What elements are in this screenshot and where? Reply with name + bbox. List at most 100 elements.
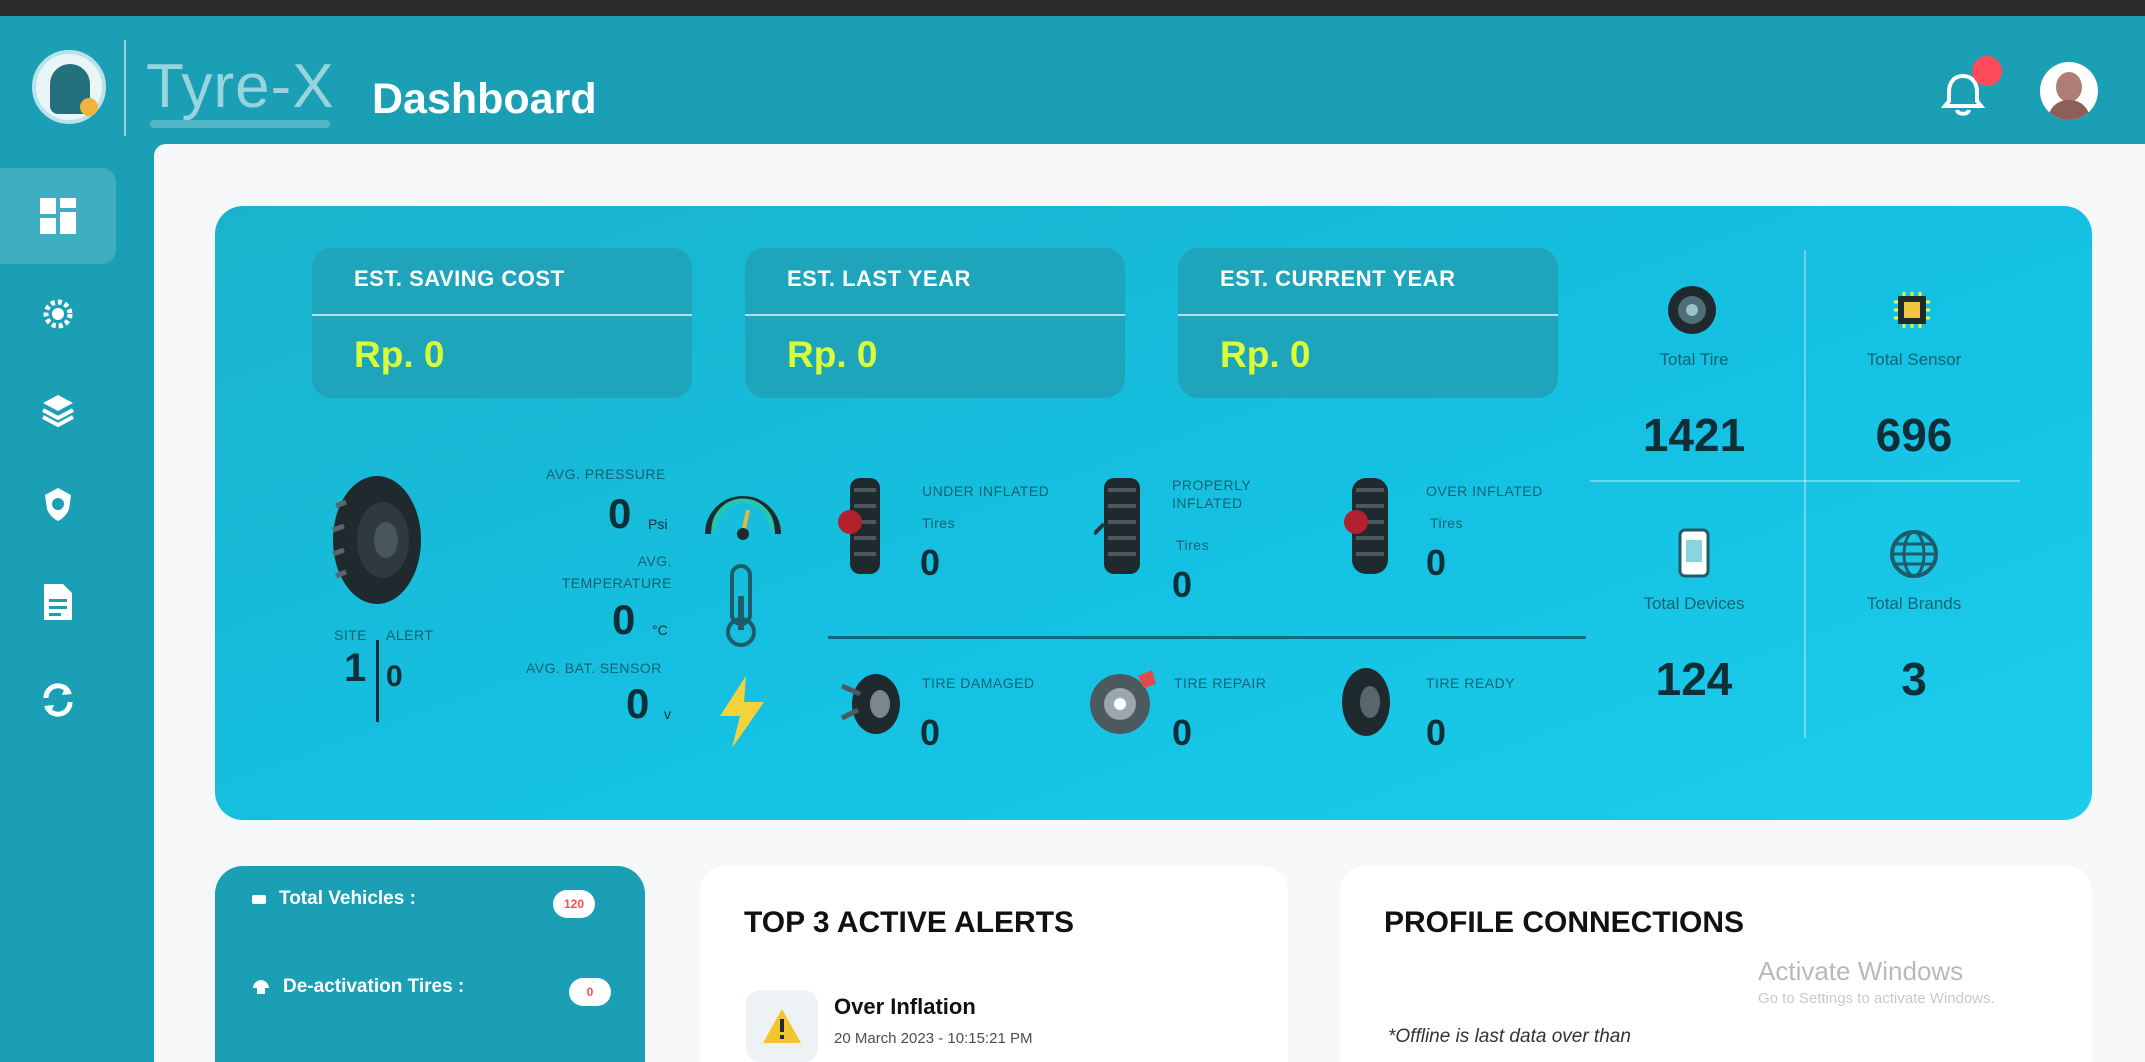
- properly-inflated-sublabel: Tires: [1176, 537, 1210, 553]
- vehicle-icon: [252, 895, 266, 904]
- total-brands-label: Total Brands: [1866, 594, 1962, 613]
- alert-time: 20 March 2023 - 10:15:21 PM: [834, 1030, 1033, 1047]
- site-alert-divider: [376, 640, 379, 722]
- tire-ready-icon: [1342, 668, 1390, 736]
- user-avatar-icon[interactable]: [2040, 62, 2098, 120]
- cost-label: EST. CURRENT YEAR: [1220, 266, 1456, 291]
- large-tire-icon: [332, 476, 421, 604]
- cost-card-saving: EST. SAVING COST Rp. 0: [312, 248, 692, 398]
- sidebar-item-layers[interactable]: [0, 362, 116, 458]
- total-brands-value: 3: [1901, 653, 1927, 705]
- battery-lightning-icon: [720, 676, 764, 748]
- alert-value: 0: [386, 660, 403, 693]
- cost-label: EST. SAVING COST: [354, 266, 565, 291]
- window-top-strip: [0, 0, 2145, 16]
- cost-card-last-year: EST. LAST YEAR Rp. 0: [745, 248, 1125, 398]
- dashboard-page: Tyre-X Dashboard EST. SAVING COST Rp. 0 …: [0, 0, 2145, 1062]
- cost-value: Rp. 0: [787, 334, 878, 375]
- header-bar: Tyre-X Dashboard: [0, 16, 2145, 144]
- active-alerts-panel: TOP 3 ACTIVE ALERTS Over Inflation 20 Ma…: [700, 866, 1288, 1062]
- alert-label: ALERT: [386, 627, 434, 643]
- sidebar-item-dashboard[interactable]: [0, 168, 116, 264]
- logo-divider: [124, 40, 126, 136]
- avg-temperature-unit: °C: [652, 622, 668, 638]
- device-icon: [1666, 526, 1722, 582]
- profile-panel-title: PROFILE CONNECTIONS: [1384, 906, 1745, 939]
- over-inflated-label: OVER INFLATED: [1426, 483, 1543, 499]
- sidebar-item-sync[interactable]: [0, 652, 116, 748]
- avg-temperature-label: AVG. TEMPERATURE: [561, 553, 672, 591]
- alert-title: Over Inflation: [834, 994, 976, 1019]
- under-inflated-tire-icon: [838, 478, 880, 574]
- avg-battery-label: AVG. BAT. SENSOR: [526, 660, 662, 676]
- layers-icon: [42, 395, 74, 428]
- total-devices-value: 124: [1655, 653, 1733, 705]
- sidebar-item-settings[interactable]: [0, 266, 116, 362]
- avg-pressure-label: AVG. PRESSURE: [546, 466, 666, 482]
- thermometer-icon: [726, 564, 756, 647]
- tire-repair-icon: [1090, 670, 1156, 734]
- sidebar: [0, 144, 154, 1062]
- tire-damaged-value: 0: [920, 712, 941, 753]
- deactivation-row: De-activation Tires :: [251, 976, 464, 998]
- notification-badge: [1972, 56, 2002, 86]
- sidebar-item-shield[interactable]: [0, 456, 116, 552]
- profile-connections-panel: PROFILE CONNECTIONS *Offline is last dat…: [1340, 866, 2092, 1062]
- total-tire-icon: [1664, 282, 1720, 338]
- under-inflated-sublabel: Tires: [922, 515, 956, 531]
- total-vehicles-row: Total Vehicles :: [251, 888, 416, 910]
- avg-battery-value: 0: [626, 680, 650, 727]
- report-document-icon: [44, 584, 72, 620]
- dashboard-grid-icon: [40, 198, 76, 234]
- shield-icon: [45, 488, 71, 521]
- vehicle-summary-panel: Total Vehicles : 120 De-activation Tires…: [215, 866, 645, 1062]
- total-devices-label: Total Devices: [1643, 594, 1745, 613]
- cost-divider: [745, 314, 1125, 316]
- tire-repair-value: 0: [1172, 712, 1193, 753]
- total-vehicles-label: Total Vehicles :: [279, 888, 416, 909]
- total-tire-label: Total Tire: [1659, 350, 1729, 369]
- stats-horizontal-divider: [1590, 480, 2020, 482]
- properly-inflated-label: PROPERLY INFLATED: [1172, 477, 1251, 511]
- over-inflated-tire-icon: [1344, 478, 1388, 574]
- total-vehicles-badge: 120: [553, 890, 595, 918]
- cost-label: EST. LAST YEAR: [787, 266, 971, 291]
- avg-battery-unit: v: [664, 706, 671, 722]
- tire-damaged-icon: [840, 674, 900, 734]
- settings-gear-icon: [43, 299, 73, 329]
- under-inflated-label: UNDER INFLATED: [922, 483, 1050, 499]
- deactivation-icon: [253, 980, 269, 994]
- page-title: Dashboard: [372, 75, 597, 123]
- total-tire-value: 1421: [1642, 409, 1746, 461]
- tire-status-divider: [828, 636, 1586, 639]
- avg-pressure-value: 0: [608, 490, 632, 537]
- properly-inflated-value: 0: [1172, 564, 1193, 605]
- avg-temperature-value: 0: [612, 596, 636, 643]
- logo-subtitle-mark: [150, 120, 330, 128]
- cost-card-current-year: EST. CURRENT YEAR Rp. 0: [1178, 248, 1558, 398]
- globe-icon: [1886, 526, 1942, 582]
- tire-damaged-label: TIRE DAMAGED: [922, 675, 1035, 691]
- deactivation-label: De-activation Tires :: [283, 976, 465, 997]
- under-inflated-value: 0: [920, 542, 941, 583]
- total-sensor-value: 696: [1875, 409, 1953, 461]
- avg-pressure-unit: Psi: [648, 516, 668, 532]
- tyre-x-logo-icon: [32, 50, 106, 124]
- profile-note: *Offline is last data over than: [1388, 1026, 1631, 1047]
- refresh-icon: [43, 683, 73, 717]
- over-inflated-value: 0: [1426, 542, 1447, 583]
- site-label: SITE: [334, 627, 368, 643]
- cost-divider: [1178, 314, 1558, 316]
- app-logo-text: Tyre-X: [146, 52, 335, 121]
- tire-ready-value: 0: [1426, 712, 1447, 753]
- cost-value: Rp. 0: [1220, 334, 1311, 375]
- windows-activation-title: Activate Windows: [1758, 956, 1964, 986]
- warning-icon: [763, 1009, 801, 1043]
- tire-repair-label: TIRE REPAIR: [1174, 675, 1267, 691]
- alert-warning-icon-wrap: [746, 990, 818, 1062]
- sidebar-item-reports[interactable]: [0, 554, 116, 650]
- pressure-gauge-icon: [705, 496, 781, 540]
- deactivation-badge: 0: [569, 978, 611, 1006]
- windows-activation-subtitle: Go to Settings to activate Windows.: [1758, 990, 1995, 1007]
- properly-inflated-tire-icon: [1094, 478, 1140, 574]
